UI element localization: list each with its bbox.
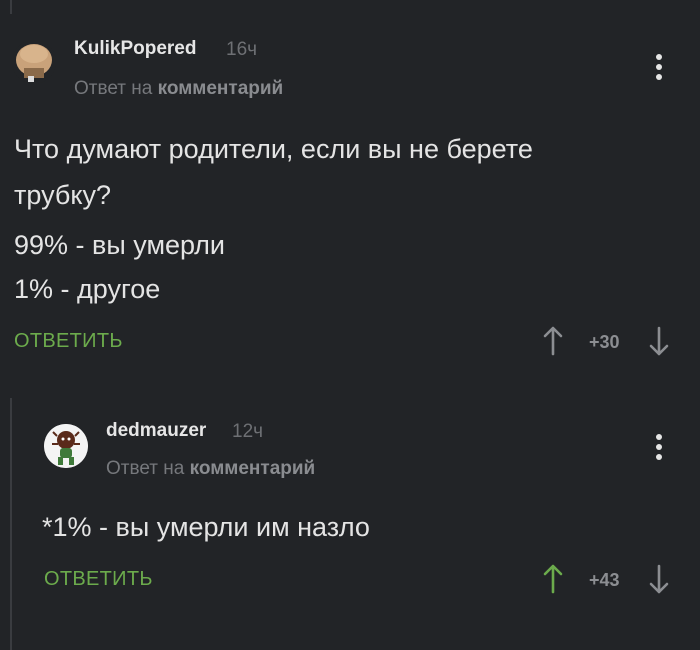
comment-text-line: Что думают родители, если вы не берете: [14, 134, 533, 164]
comment-1: KulikPopered 16ч Ответ на комментарий Чт…: [0, 0, 700, 380]
upvote-arrow-icon[interactable]: [542, 326, 564, 356]
more-options-icon[interactable]: [656, 434, 662, 464]
avatar[interactable]: [12, 40, 56, 84]
downvote-arrow-icon[interactable]: [648, 326, 670, 356]
avatar[interactable]: [44, 424, 88, 468]
more-options-icon[interactable]: [656, 54, 662, 84]
reply-target-link[interactable]: комментарий: [190, 458, 316, 479]
comment-text-line: *1% - вы умерли им назло: [42, 512, 370, 542]
reply-target-link[interactable]: комментарий: [158, 78, 284, 99]
upvote-arrow-icon[interactable]: [542, 564, 564, 594]
comment-text-line: 99% - вы умерли: [14, 230, 225, 260]
reply-context[interactable]: Ответ на комментарий: [74, 78, 283, 100]
reply-button[interactable]: ОТВЕТИТЬ: [14, 330, 123, 353]
comment-time: 12ч: [232, 421, 264, 442]
comment-author[interactable]: dedmauzer: [106, 420, 206, 442]
reply-context[interactable]: Ответ на комментарий: [106, 458, 315, 480]
reply-button[interactable]: ОТВЕТИТЬ: [44, 568, 153, 591]
reply-prefix: Ответ на: [74, 78, 153, 99]
comment-author[interactable]: KulikPopered: [74, 38, 196, 60]
downvote-arrow-icon[interactable]: [648, 564, 670, 594]
comment-text-line: трубку?: [14, 180, 111, 210]
comment-score: +43: [589, 570, 620, 590]
comment-score: +30: [589, 332, 620, 352]
comment-text-line: 1% - другое: [14, 274, 161, 304]
reply-prefix: Ответ на: [106, 458, 185, 479]
comment-time: 16ч: [226, 39, 258, 60]
